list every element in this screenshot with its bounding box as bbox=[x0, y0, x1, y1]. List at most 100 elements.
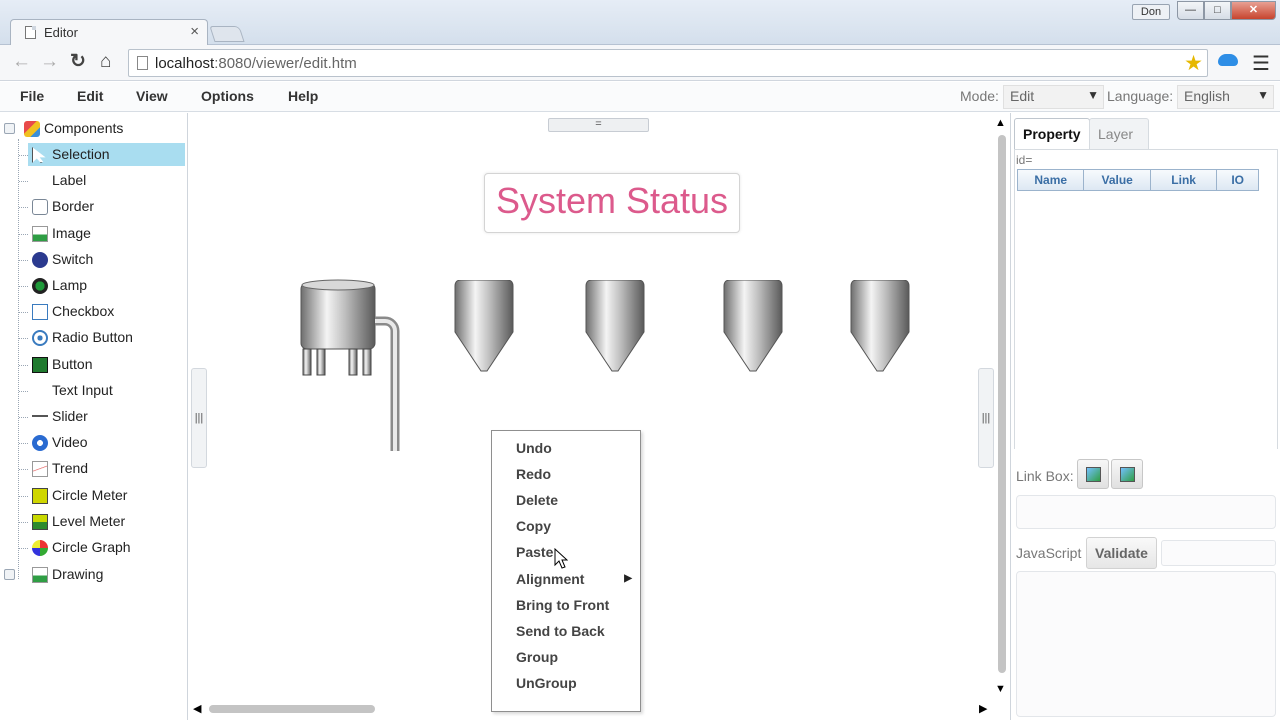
tree-connector bbox=[19, 259, 28, 261]
tree-item[interactable]: Text Input bbox=[0, 379, 186, 403]
top-collapse-handle[interactable]: = bbox=[548, 118, 649, 132]
link-image-button[interactable] bbox=[1077, 459, 1109, 489]
javascript-extra-field[interactable] bbox=[1161, 540, 1276, 566]
tree-connector bbox=[19, 233, 28, 235]
tab-property[interactable]: Property bbox=[1014, 118, 1090, 150]
menu-options[interactable]: Options bbox=[201, 88, 254, 104]
column-value[interactable]: Value bbox=[1084, 170, 1151, 190]
ctx-bring-to-front[interactable]: Bring to Front bbox=[492, 592, 640, 618]
close-window-button[interactable]: ✕ bbox=[1231, 1, 1276, 20]
tree-item[interactable]: Border bbox=[0, 195, 186, 219]
address-bar[interactable]: localhost:8080/viewer/edit.htm ★ bbox=[128, 49, 1208, 77]
tree-item[interactable]: Circle Meter bbox=[0, 484, 186, 508]
tree-item-label: Checkbox bbox=[52, 303, 115, 320]
ctx-undo[interactable]: Undo bbox=[492, 435, 640, 461]
link-box-label: Link Box: bbox=[1016, 468, 1074, 484]
tree-item[interactable]: Label bbox=[0, 169, 186, 193]
submenu-arrow-icon: ▶ bbox=[624, 573, 632, 584]
tree-item[interactable]: Selection bbox=[0, 143, 186, 167]
scrollbar-thumb[interactable] bbox=[998, 135, 1006, 673]
tab-layer[interactable]: Layer bbox=[1089, 118, 1149, 150]
tree-item[interactable]: Video bbox=[0, 431, 186, 455]
tree-root-drawing[interactable]: Drawing bbox=[0, 563, 186, 587]
title-label-widget[interactable]: System Status bbox=[484, 173, 740, 233]
back-arrow-icon[interactable]: ← bbox=[12, 52, 31, 72]
tree-connector bbox=[19, 312, 28, 314]
tree-item[interactable]: Switch bbox=[0, 248, 186, 272]
cloud-extension-icon[interactable] bbox=[1218, 54, 1238, 66]
tree-item[interactable]: Slider bbox=[0, 405, 186, 429]
hopper-tank-image[interactable] bbox=[453, 280, 515, 373]
menu-help[interactable]: Help bbox=[288, 88, 318, 104]
left-collapse-handle[interactable]: ||| bbox=[191, 368, 207, 468]
vertical-scrollbar[interactable]: ▲ ▼ bbox=[995, 117, 1009, 699]
bookmark-star-icon[interactable]: ★ bbox=[1184, 51, 1203, 76]
switch-icon bbox=[32, 251, 48, 268]
javascript-label: JavaScript bbox=[1016, 545, 1082, 561]
ctx-delete[interactable]: Delete bbox=[492, 487, 640, 513]
javascript-editor[interactable] bbox=[1016, 571, 1276, 717]
tree-item-label: Text Input bbox=[52, 381, 113, 398]
lamp-icon bbox=[32, 278, 48, 294]
tree-root-components[interactable]: Components bbox=[0, 117, 186, 141]
tree-item-label: Border bbox=[52, 198, 95, 215]
tree-connector bbox=[19, 469, 28, 471]
browser-toolbar: ← → ↻ ⌂ localhost:8080/viewer/edit.htm ★… bbox=[0, 45, 1280, 81]
tree-item-label: Slider bbox=[52, 408, 88, 424]
hopper-tank-image[interactable] bbox=[584, 280, 646, 373]
column-link[interactable]: Link bbox=[1151, 170, 1218, 190]
collapse-icon[interactable] bbox=[4, 123, 15, 134]
hopper-tank-image[interactable] bbox=[722, 280, 784, 373]
scroll-up-icon[interactable]: ▲ bbox=[995, 117, 1006, 129]
image-search-icon bbox=[1120, 467, 1135, 482]
scroll-right-icon[interactable]: ▶ bbox=[979, 702, 987, 715]
tree-item[interactable]: Checkbox bbox=[0, 300, 186, 324]
column-io[interactable]: IO bbox=[1217, 170, 1258, 190]
reload-icon[interactable]: ↻ bbox=[70, 52, 86, 72]
forward-arrow-icon[interactable]: → bbox=[40, 52, 59, 72]
tree-item[interactable]: Trend bbox=[0, 457, 186, 481]
column-name[interactable]: Name bbox=[1018, 170, 1085, 190]
tree-item[interactable]: Button bbox=[0, 353, 186, 377]
tree-item-label: Trend bbox=[52, 460, 89, 477]
tree-item[interactable]: Level Meter bbox=[0, 510, 186, 534]
level-meter-icon bbox=[32, 513, 48, 530]
scrollbar-thumb[interactable] bbox=[209, 705, 375, 713]
tree-item[interactable]: Lamp bbox=[0, 274, 186, 298]
page-icon bbox=[25, 26, 36, 39]
scroll-down-icon[interactable]: ▼ bbox=[995, 683, 1006, 695]
menu-file[interactable]: File bbox=[20, 88, 44, 104]
ctx-send-to-back[interactable]: Send to Back bbox=[492, 618, 640, 644]
ctx-redo[interactable]: Redo bbox=[492, 461, 640, 487]
hopper-tank-image[interactable] bbox=[849, 280, 911, 373]
right-collapse-handle[interactable]: ||| bbox=[978, 368, 994, 468]
tree-connector bbox=[19, 417, 28, 418]
tree-item[interactable]: Image bbox=[0, 222, 186, 246]
mode-select[interactable]: Edit ▼ bbox=[1003, 85, 1104, 109]
maximize-button[interactable]: □ bbox=[1204, 1, 1231, 20]
validate-button[interactable]: Validate bbox=[1086, 537, 1157, 569]
tree-connector bbox=[19, 207, 28, 209]
hamburger-menu-icon[interactable]: ☰ bbox=[1252, 51, 1270, 76]
tab-close-icon[interactable]: × bbox=[190, 23, 199, 40]
new-tab-button[interactable] bbox=[209, 26, 245, 42]
tree-item[interactable]: Radio Button bbox=[0, 326, 186, 350]
user-badge[interactable]: Don bbox=[1132, 4, 1170, 20]
ctx-group[interactable]: Group bbox=[492, 644, 640, 670]
url-text[interactable]: localhost:8080/viewer/edit.htm bbox=[155, 55, 357, 72]
link-search-button[interactable] bbox=[1111, 459, 1143, 489]
scroll-left-icon[interactable]: ◀ bbox=[193, 702, 201, 715]
tree-item[interactable]: Circle Graph bbox=[0, 536, 186, 560]
dropdown-arrow-icon: ▼ bbox=[1087, 88, 1099, 102]
menu-view[interactable]: View bbox=[136, 88, 168, 104]
ctx-copy[interactable]: Copy bbox=[492, 513, 640, 539]
minimize-button[interactable]: — bbox=[1177, 1, 1204, 20]
home-icon[interactable]: ⌂ bbox=[100, 52, 111, 72]
menu-edit[interactable]: Edit bbox=[77, 88, 103, 104]
reactor-tank-image[interactable] bbox=[299, 279, 403, 451]
link-box-field[interactable] bbox=[1016, 495, 1276, 529]
language-select[interactable]: English ▼ bbox=[1177, 85, 1274, 109]
expand-icon[interactable] bbox=[4, 569, 15, 580]
ctx-ungroup[interactable]: UnGroup bbox=[492, 670, 640, 696]
browser-tab[interactable]: Editor × bbox=[10, 19, 208, 45]
